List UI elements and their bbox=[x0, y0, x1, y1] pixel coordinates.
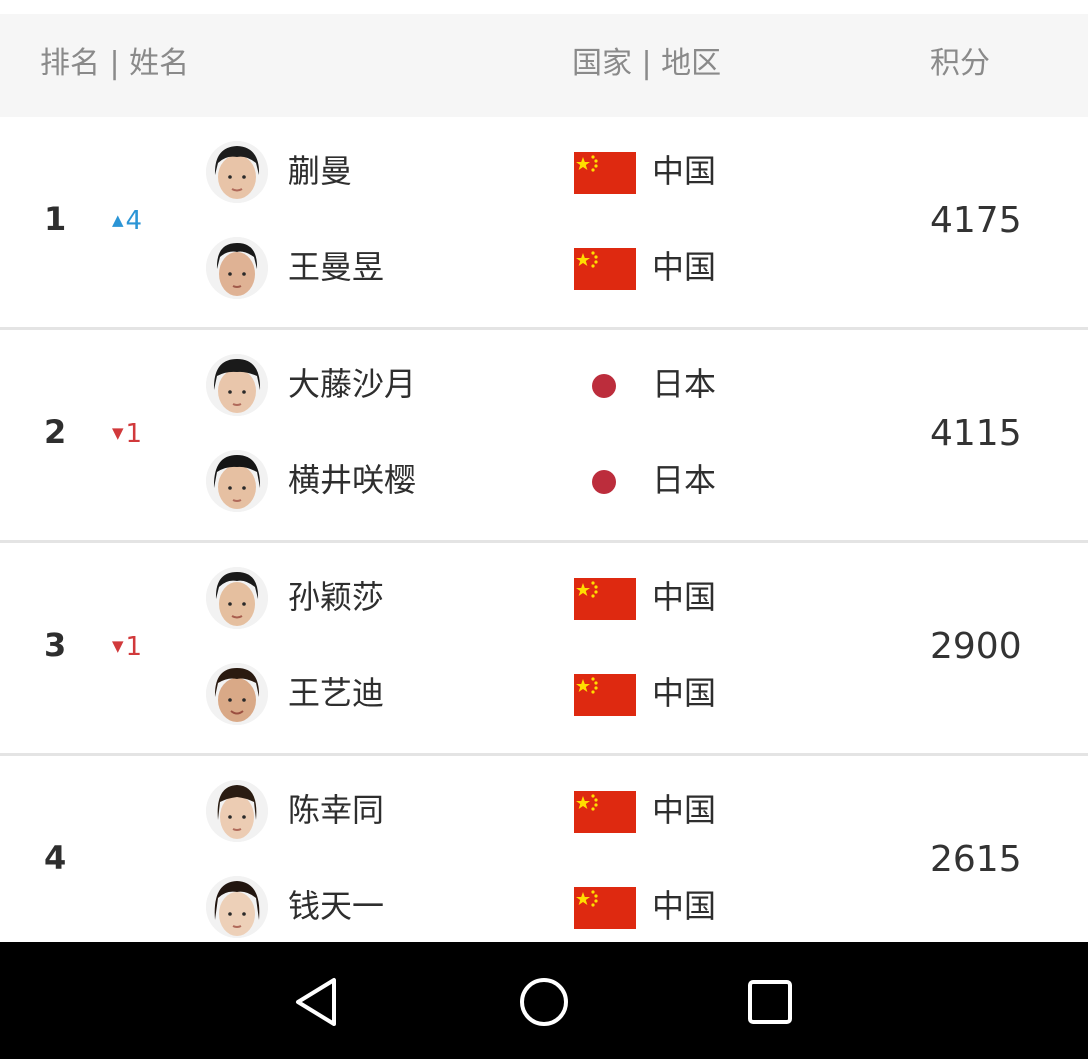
player-entry[interactable]: 蒯曼 中国 bbox=[0, 125, 1088, 221]
player-name: 孙颖莎 bbox=[288, 578, 385, 616]
player-avatar bbox=[206, 663, 268, 725]
player-avatar bbox=[206, 780, 268, 842]
home-circle-icon[interactable] bbox=[514, 972, 574, 1032]
player-avatar bbox=[206, 237, 268, 299]
country-name: 中国 bbox=[652, 887, 717, 925]
player-avatar bbox=[206, 567, 268, 629]
player-entry[interactable]: 陈幸同 中国 bbox=[0, 764, 1088, 860]
country-name: 中国 bbox=[652, 248, 717, 286]
player-name: 王艺迪 bbox=[288, 674, 385, 712]
player-name: 王曼昱 bbox=[288, 248, 385, 286]
player-name: 蒯曼 bbox=[288, 152, 353, 190]
points-value: 4175 bbox=[930, 200, 1022, 241]
header-country-region: 国家 | 地区 bbox=[572, 46, 722, 81]
points-value: 4115 bbox=[930, 413, 1022, 454]
player-entry[interactable]: 王曼昱 中国 bbox=[0, 221, 1088, 317]
table-header: 排名 | 姓名 国家 | 地区 积分 bbox=[0, 14, 1088, 117]
player-avatar bbox=[206, 141, 268, 203]
ranking-row[interactable]: 4 陈幸同 中国 钱天一 中国 2615 bbox=[0, 756, 1088, 969]
country-name: 中国 bbox=[652, 791, 717, 829]
player-name: 钱天一 bbox=[288, 887, 385, 925]
player-entry[interactable]: 横井咲樱 日本 bbox=[0, 434, 1088, 530]
player-avatar bbox=[206, 876, 268, 938]
header-rank-name: 排名 | 姓名 bbox=[40, 46, 190, 81]
country-name: 中国 bbox=[652, 674, 717, 712]
player-name: 大藤沙月 bbox=[288, 365, 417, 403]
player-entry[interactable]: 大藤沙月 日本 bbox=[0, 338, 1088, 434]
china-flag-icon bbox=[574, 674, 636, 716]
points-value: 2900 bbox=[930, 626, 1022, 667]
player-name: 陈幸同 bbox=[288, 791, 385, 829]
back-triangle-icon[interactable] bbox=[288, 972, 348, 1032]
country-name: 中国 bbox=[652, 578, 717, 616]
china-flag-icon bbox=[574, 791, 636, 833]
ranking-row[interactable]: 2 ▼1 大藤沙月 日本 横井咲樱 日本 4115 bbox=[0, 330, 1088, 543]
header-points: 积分 bbox=[930, 46, 990, 81]
country-name: 日本 bbox=[652, 461, 717, 499]
china-flag-icon bbox=[574, 248, 636, 290]
player-avatar bbox=[206, 450, 268, 512]
player-avatar bbox=[206, 354, 268, 416]
china-flag-icon bbox=[574, 887, 636, 929]
player-name: 横井咲樱 bbox=[288, 461, 417, 499]
ranking-row[interactable]: 3 ▼1 孙颖莎 中国 王艺迪 中国 2900 bbox=[0, 543, 1088, 756]
points-value: 2615 bbox=[930, 839, 1022, 880]
ranking-row[interactable]: 1 ▲4 蒯曼 中国 王曼昱 中国 4175 bbox=[0, 117, 1088, 330]
player-entry[interactable]: 王艺迪 中国 bbox=[0, 647, 1088, 743]
top-spacer bbox=[0, 0, 1088, 14]
system-navigation-bar bbox=[0, 942, 1088, 1059]
japan-flag-icon bbox=[592, 374, 616, 398]
country-name: 日本 bbox=[652, 365, 717, 403]
ranking-list: 1 ▲4 蒯曼 中国 王曼昱 中国 4175 2 ▼1 大藤沙月 日本 横井咲樱… bbox=[0, 117, 1088, 969]
country-name: 中国 bbox=[652, 152, 717, 190]
china-flag-icon bbox=[574, 152, 636, 194]
player-entry[interactable]: 孙颖莎 中国 bbox=[0, 551, 1088, 647]
recent-apps-square-icon[interactable] bbox=[740, 972, 800, 1032]
japan-flag-icon bbox=[592, 470, 616, 494]
china-flag-icon bbox=[574, 578, 636, 620]
